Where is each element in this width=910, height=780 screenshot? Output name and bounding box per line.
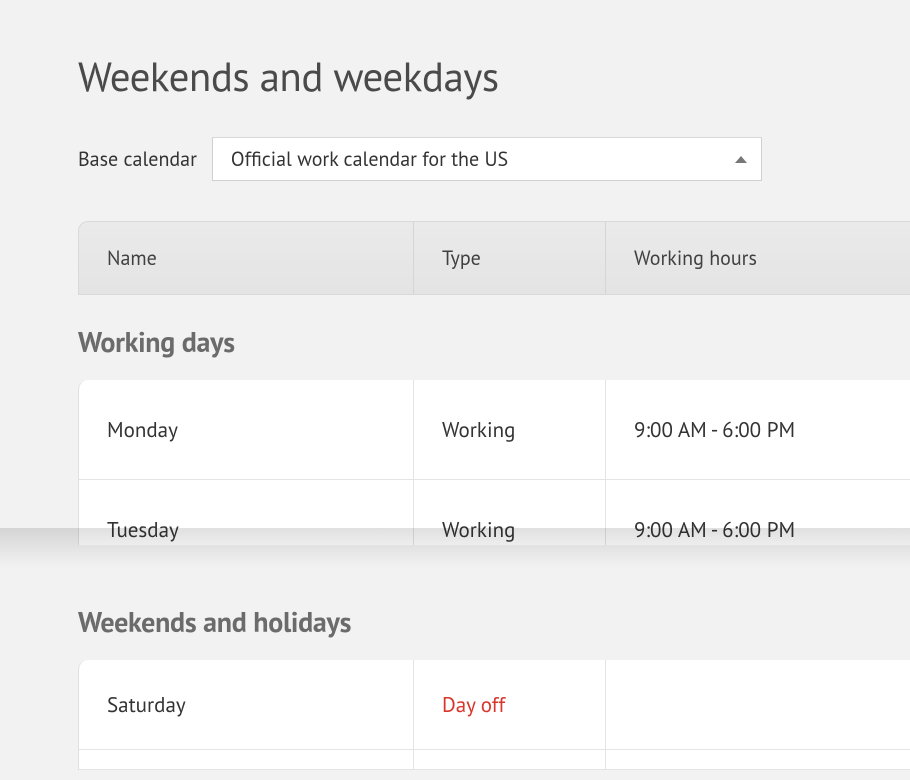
col-header-type: Type	[413, 222, 605, 294]
base-calendar-select[interactable]: Official work calendar for the US	[212, 137, 762, 181]
page-title: Weekends and weekdays	[78, 50, 910, 103]
cell-name: Saturday	[79, 691, 413, 718]
chevron-up-icon	[735, 156, 747, 163]
col-header-hours: Working hours	[605, 222, 910, 294]
table-row[interactable]: Monday Working 9:00 AM - 6:00 PM	[79, 380, 910, 480]
cell-name: Monday	[79, 416, 413, 443]
cell-type: Day off	[413, 660, 605, 749]
section-heading-working: Working days	[78, 323, 910, 360]
weekends-table: Saturday Day off	[78, 660, 910, 770]
col-header-name: Name	[79, 245, 413, 271]
cell-name: Tuesday	[79, 516, 413, 543]
cell-hours	[605, 660, 910, 749]
table-header: Name Type Working hours	[78, 221, 910, 295]
base-calendar-row: Base calendar Official work calendar for…	[78, 137, 910, 181]
cell-type: Working	[413, 380, 605, 479]
cell-hours: 9:00 AM - 6:00 PM	[605, 380, 910, 479]
table-row[interactable]: Saturday Day off	[79, 660, 910, 750]
day-off-label: Day off	[442, 691, 505, 718]
base-calendar-value: Official work calendar for the US	[231, 146, 508, 172]
base-calendar-label: Base calendar	[78, 146, 197, 172]
section-heading-weekends: Weekends and holidays	[78, 603, 910, 640]
table-row[interactable]	[79, 750, 910, 770]
